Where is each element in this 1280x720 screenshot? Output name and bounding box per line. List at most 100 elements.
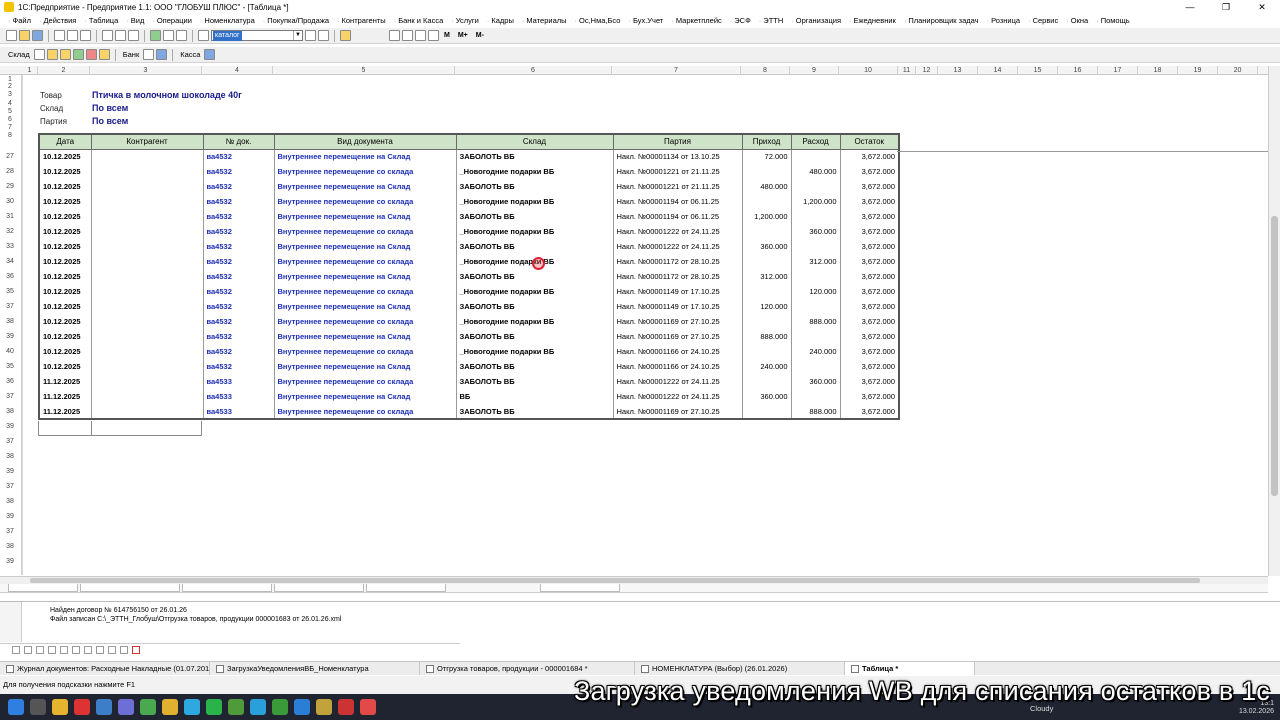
doc-kind-cell[interactable]: Внутреннее перемещение со склада [273, 194, 457, 209]
panel-tool-icon[interactable] [72, 646, 80, 654]
printer-icon[interactable] [128, 30, 139, 41]
row-number[interactable]: 37 [0, 483, 20, 490]
row-number[interactable]: 37 [0, 438, 20, 445]
telegram-icon[interactable] [250, 699, 266, 715]
panel-tool-icon[interactable] [84, 646, 92, 654]
row-number[interactable]: 38 [0, 498, 20, 505]
vertical-scrollbar[interactable] [1268, 66, 1280, 576]
clipboard-icon[interactable] [428, 30, 439, 41]
doc-number-cell[interactable]: ва4532 [202, 209, 275, 224]
bank-doc-icon[interactable] [143, 49, 155, 60]
table-row[interactable]: 10.12.2025 ва4532 Внутреннее перемещение с… [38, 314, 900, 329]
doc-number-cell[interactable]: ва4532 [202, 344, 275, 359]
menu-item[interactable]: Розница [983, 16, 1025, 25]
yandex-browser-icon[interactable] [74, 699, 90, 715]
column-number[interactable]: 11 [898, 66, 916, 75]
column-number[interactable]: 1 [22, 66, 38, 75]
row-number[interactable]: 39 [0, 468, 20, 475]
row-number[interactable]: 8 [0, 132, 20, 139]
table-row[interactable]: 11.12.2025 ва4533 Внутреннее перемещение н… [38, 389, 900, 404]
row-number[interactable]: 38 [0, 408, 20, 415]
doc-kind-cell[interactable]: Внутреннее перемещение со склада [273, 284, 457, 299]
doc-number-cell[interactable]: ва4532 [202, 164, 275, 179]
menu-item[interactable]: ЭСФ [726, 16, 755, 25]
row-number[interactable]: 1 [0, 76, 20, 83]
menu-item[interactable]: Планировщик задач [900, 16, 983, 25]
print-preview-icon[interactable] [115, 30, 126, 41]
row-number[interactable]: 38 [0, 453, 20, 460]
column-number[interactable]: 8 [741, 66, 790, 75]
doc-kind-cell[interactable]: Внутреннее перемещение на Склад [273, 389, 457, 404]
window-tab[interactable]: ЗагрузкаУведомленияВБ_Номенклатура [210, 662, 420, 675]
doc-number-cell[interactable]: ва4532 [202, 299, 275, 314]
doc-kind-cell[interactable]: Внутреннее перемещение на Склад [273, 149, 457, 164]
column-header-cell[interactable]: Контрагент [90, 133, 204, 150]
doc-number-cell[interactable]: ва4533 [202, 389, 275, 404]
doc-kind-cell[interactable]: Внутреннее перемещение со склада [273, 254, 457, 269]
menu-item[interactable]: Маркетплейс [667, 16, 725, 25]
column-number[interactable]: 14 [978, 66, 1018, 75]
chevron-down-icon[interactable]: ▼ [293, 31, 302, 40]
app-icon[interactable] [228, 699, 244, 715]
scrollbar-thumb[interactable] [30, 578, 1200, 583]
horizontal-scrollbar[interactable] [0, 576, 1268, 584]
doc-number-cell[interactable]: ва4532 [202, 239, 275, 254]
menu-item[interactable]: Окна [1062, 16, 1092, 25]
save-icon[interactable] [32, 30, 43, 41]
menu-item[interactable]: Действия [35, 16, 80, 25]
panel-tool-icon[interactable] [24, 646, 32, 654]
sheet-tab[interactable] [540, 584, 620, 592]
table-row[interactable]: 10.12.2025 ва4532 Внутреннее перемещение н… [38, 299, 900, 314]
column-header-cell[interactable]: Склад [455, 133, 614, 150]
panel-tool-icon[interactable] [96, 646, 104, 654]
column-number[interactable]: 3 [90, 66, 202, 75]
calculator-icon[interactable] [389, 30, 400, 41]
column-number[interactable]: 7 [612, 66, 741, 75]
bank-journal-icon[interactable] [156, 49, 168, 60]
table-row[interactable]: 11.12.2025 ва4533 Внутреннее перемещение с… [38, 404, 900, 420]
table-row[interactable]: 10.12.2025 ва4532 Внутреннее перемещение с… [38, 224, 900, 239]
scrollbar-thumb[interactable] [1271, 216, 1278, 496]
notes-icon[interactable] [415, 30, 426, 41]
row-number[interactable]: 29 [0, 183, 20, 190]
menu-item[interactable]: Покупка/Продажа [259, 16, 333, 25]
row-number[interactable]: 39 [0, 558, 20, 565]
row-number[interactable]: 40 [0, 348, 20, 355]
doc-kind-cell[interactable]: Внутреннее перемещение со склада [273, 314, 457, 329]
column-header-cell[interactable]: Партия [612, 133, 743, 150]
warehouse-journal-icon[interactable] [98, 49, 110, 60]
table-icon[interactable] [150, 30, 161, 41]
doc-kind-cell[interactable]: Внутреннее перемещение на Склад [273, 359, 457, 374]
sheet-tab[interactable] [80, 584, 180, 592]
app-icon[interactable] [272, 699, 288, 715]
column-number[interactable]: 13 [938, 66, 978, 75]
app-icon[interactable] [316, 699, 332, 715]
panel-tool-icon[interactable] [36, 646, 44, 654]
start-icon[interactable] [8, 699, 24, 715]
menu-item[interactable]: Номенклатура [196, 16, 259, 25]
cut-icon[interactable] [54, 30, 65, 41]
doc-kind-cell[interactable]: Внутреннее перемещение на Склад [273, 329, 457, 344]
warehouse-invoice-icon[interactable] [46, 49, 58, 60]
row-number[interactable]: 5 [0, 108, 20, 115]
menu-item[interactable]: Бух.Учет [624, 16, 667, 25]
window-tab[interactable]: Отгрузка товаров, продукции - 000001684 … [420, 662, 635, 675]
menu-item[interactable]: Сервис [1024, 16, 1062, 25]
warehouse-move-icon[interactable] [85, 49, 97, 60]
doc-number-cell[interactable]: ва4532 [202, 269, 275, 284]
open-folder-icon[interactable] [19, 30, 30, 41]
pointer-icon[interactable] [60, 646, 68, 654]
explorer-icon[interactable] [52, 699, 68, 715]
row-number[interactable]: 34 [0, 258, 20, 265]
doc-kind-cell[interactable]: Внутреннее перемещение на Склад [273, 239, 457, 254]
column-number[interactable]: 17 [1098, 66, 1138, 75]
search-combo[interactable]: каталог ▼ [211, 30, 303, 41]
sheet-tab[interactable] [366, 584, 446, 592]
row-number[interactable]: 33 [0, 243, 20, 250]
column-header-cell[interactable]: Приход [741, 133, 792, 150]
warehouse-folder-icon[interactable] [59, 49, 71, 60]
whatsapp-icon[interactable] [206, 699, 222, 715]
column-header-cell[interactable]: Остаток [839, 133, 900, 150]
table-row[interactable]: 10.12.2025 ва4532 Внутреннее перемещение с… [38, 254, 900, 269]
column-number[interactable]: 2 [38, 66, 90, 75]
